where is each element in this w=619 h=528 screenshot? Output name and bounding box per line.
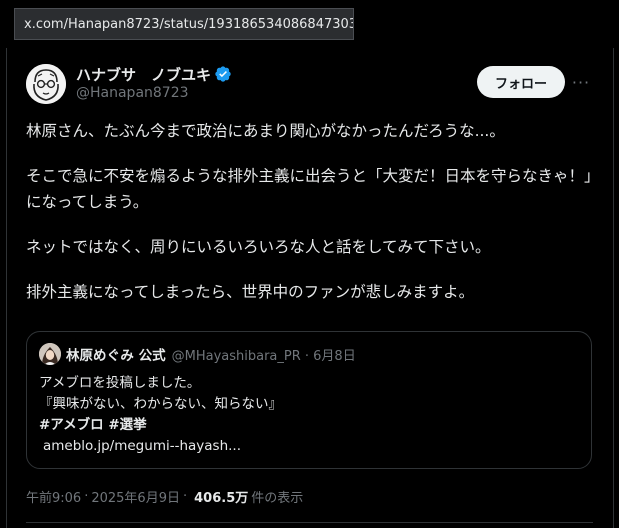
quoted-author-handle-date: @MHayashibara_PR · 6月8日 [171, 348, 356, 364]
face-illustration-icon [26, 64, 66, 104]
tweet-meta: 午前9:06 · 2025年6月9日 · 406.5万 件の表示 [26, 487, 303, 506]
tweet-paragraph: そこで急に不安を煽るような排外主義に出会うと「大変だ！日本を守らなきゃ！」になっ… [26, 167, 592, 211]
quoted-tweet-card[interactable]: 林原めぐみ 公式 @MHayashibara_PR · 6月8日 アメブロを投稿… [26, 331, 592, 469]
quoted-link[interactable]: ameblo.jp/megumi--hayash... [39, 436, 282, 457]
divider [26, 522, 593, 523]
tweet-paragraph: ネットではなく、周りにいるいろいろな人と話をしてみて下さい。 [26, 238, 491, 256]
quoted-line: 『興味がない、わからない、知らない』 [39, 396, 282, 412]
follow-button[interactable]: フォロー [477, 66, 565, 98]
tweet-paragraph: 林原さん、たぶん今まで政治にあまり関心がなかったんだろうな...。 [26, 122, 505, 140]
quoted-hashtags[interactable]: #アメブロ #選挙 [39, 415, 282, 436]
verified-badge-icon [215, 66, 231, 82]
author-display-name[interactable]: ハナブサ ノブユキ [76, 64, 211, 85]
portrait-icon [39, 343, 61, 365]
tweet-date[interactable]: 2025年6月9日 [91, 487, 180, 506]
tweet-time[interactable]: 午前9:06 [26, 487, 81, 506]
quoted-author-name: 林原めぐみ 公式 [66, 348, 166, 364]
url-tooltip: x.com/Hanapan8723/status/193186534086847… [14, 8, 354, 40]
author-avatar[interactable] [26, 64, 66, 104]
quoted-line: アメブロを投稿しました。 [39, 375, 201, 391]
quoted-tweet-header: 林原めぐみ 公式 @MHayashibara_PR · 6月8日 [39, 343, 356, 365]
author-handle[interactable]: @Hanapan8723 [76, 85, 189, 101]
quoted-tweet-body: アメブロを投稿しました。 『興味がない、わからない、知らない』 #アメブロ #選… [39, 373, 282, 457]
meta-separator: · [84, 489, 89, 504]
views-count: 406.5万 [194, 491, 249, 506]
author-name-row[interactable]: ハナブサ ノブユキ [76, 64, 232, 84]
more-options-icon[interactable]: ··· [569, 70, 593, 94]
tweet-header: ハナブサ ノブユキ @Hanapan8723 フォロー ··· [26, 64, 593, 104]
tweet-page: x.com/Hanapan8723/status/193186534086847… [0, 0, 619, 528]
views-label: 件の表示 [251, 491, 304, 506]
meta-separator: · [182, 489, 188, 504]
tweet-body: 林原さん、たぶん今まで政治にあまり関心がなかったんだろうな...。 そこで急に不… [26, 118, 596, 305]
quoted-author-avatar [39, 343, 61, 365]
tweet-paragraph: 排外主義になってしまったら、世界中のファンが悲しみますよ。 [26, 283, 475, 301]
